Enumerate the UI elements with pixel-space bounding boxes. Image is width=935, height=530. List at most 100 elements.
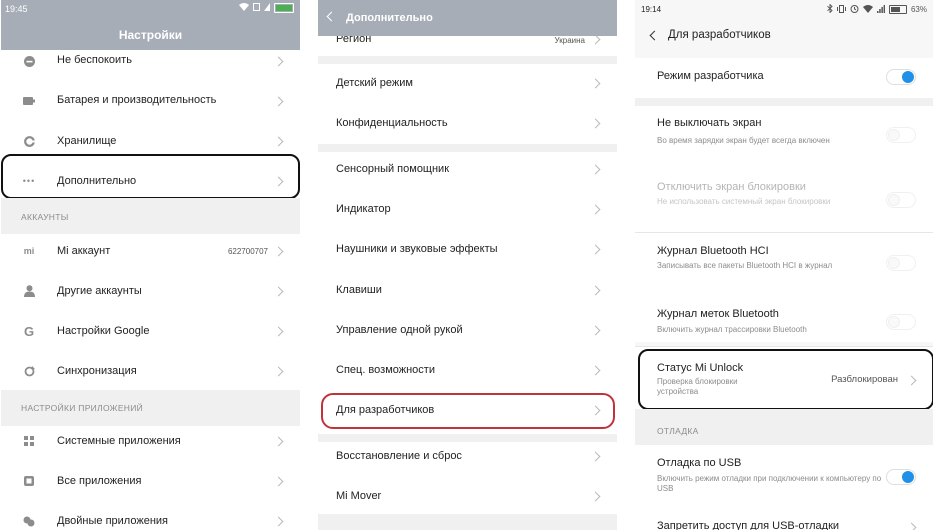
developer-mode-label: Режим разработчика (657, 70, 764, 82)
row-subtitle: Во время зарядки экран будет всегда вклю… (657, 136, 830, 145)
chevron-right-icon (273, 96, 284, 107)
settings-item-dnd[interactable]: Не беспокоить (1, 50, 300, 72)
chevron-right-icon (590, 451, 601, 462)
keep-screen-on-row[interactable]: Не выключать экран Во время зарядки экра… (635, 110, 933, 166)
settings-item-accessibility[interactable]: Спец. возможности (318, 357, 617, 383)
settings-item-battery[interactable]: Батарея и производительность (1, 88, 300, 114)
settings-item-touch-assistant[interactable]: Сенсорный помощник (318, 156, 617, 182)
settings-item-other-accounts[interactable]: Другие аккаунты (1, 278, 300, 304)
chevron-right-icon (273, 246, 284, 257)
row-subtitle: Включить журнал трассировки Bluetooth (657, 325, 807, 334)
person-icon (23, 285, 35, 297)
settings-item-label: Mi аккаунт (57, 245, 111, 257)
settings-item-google[interactable]: G Настройки Google (1, 318, 300, 344)
settings-item-kids-mode[interactable]: Детский режим (318, 70, 617, 96)
settings-item-system-apps[interactable]: Системные приложения (1, 428, 300, 454)
chevron-right-icon (590, 491, 601, 502)
chevron-right-icon (273, 516, 284, 527)
minus-circle-icon (23, 55, 35, 67)
page-title: Для разработчиков (668, 29, 771, 41)
section-header-app-settings: НАСТРОЙКИ ПРИЛОЖЕНИЙ (1, 390, 300, 426)
developer-mode-row[interactable]: Режим разработчика (635, 58, 933, 98)
battery-icon (23, 95, 35, 107)
row-title: Журнал меток Bluetooth (657, 308, 779, 320)
settings-panel: 19:45 Настройки Не беспокоить Батарея и … (1, 0, 300, 530)
chevron-right-icon (590, 285, 601, 296)
settings-item-mi-account[interactable]: mi Mi аккаунт 622700707 (1, 238, 300, 264)
settings-item-label: Спец. возможности (336, 364, 435, 376)
row-title: Запретить доступ для USB-отладки (657, 520, 840, 530)
wifi-icon (239, 3, 249, 13)
settings-item-sync[interactable]: Синхронизация (1, 358, 300, 384)
chevron-right-icon (590, 164, 601, 175)
section-header-accounts: АККАУНТЫ (1, 198, 300, 234)
highlight-frame-red (321, 393, 615, 429)
disable-lock-screen-toggle[interactable] (886, 192, 916, 208)
usb-debugging-row[interactable]: Отладка по USB Включить режим отладки пр… (635, 450, 933, 500)
settings-item-mi-mover[interactable]: Mi Mover (318, 483, 617, 509)
apps-icon (23, 475, 35, 487)
disable-lock-screen-row[interactable]: Отключить экран блокировки Не использова… (635, 174, 933, 228)
settings-item-all-apps[interactable]: Все приложения (1, 468, 300, 494)
back-arrow-icon[interactable] (326, 11, 337, 22)
settings-item-label: Управление одной рукой (336, 324, 463, 336)
settings-item-label: Mi Mover (336, 490, 382, 502)
section-header-debug: ОТЛАДКА (635, 409, 933, 445)
chevron-right-icon (590, 365, 601, 376)
section-title: НАСТРОЙКИ ПРИЛОЖЕНИЙ (21, 403, 144, 413)
settings-item-privacy[interactable]: Конфиденциальность (318, 110, 617, 136)
additional-header: Дополнительно (318, 0, 617, 36)
vibrate-icon (836, 4, 846, 15)
settings-item-label: Батарея и производительность (57, 94, 217, 106)
chevron-right-icon (273, 326, 284, 337)
settings-item-label: Клавиши (336, 284, 382, 296)
chevron-right-icon (273, 56, 284, 67)
settings-item-storage[interactable]: Хранилище (1, 128, 300, 154)
highlight-frame (1, 154, 300, 199)
page-title: Настройки (118, 28, 183, 42)
back-arrow-icon[interactable] (649, 30, 660, 41)
settings-item-indicator[interactable]: Индикатор (318, 196, 617, 222)
developer-panel: 19:14 63% Для разработчиков Режим разраб… (635, 0, 933, 530)
settings-item-headphones[interactable]: Наушники и звуковые эффекты (318, 236, 617, 262)
divider (635, 232, 933, 233)
usb-debugging-toggle[interactable] (886, 469, 916, 485)
developer-mode-toggle[interactable] (886, 69, 916, 85)
row-subtitle: Не использовать системный экран блокиров… (657, 197, 831, 206)
row-title: Журнал Bluetooth HCI (657, 245, 769, 257)
chevron-right-icon (590, 244, 601, 255)
settings-header: 19:45 Настройки (1, 0, 300, 50)
bluetooth-hci-toggle[interactable] (886, 255, 916, 271)
group-gap (318, 434, 617, 442)
settings-item-buttons[interactable]: Клавиши (318, 277, 617, 303)
keep-screen-on-toggle[interactable] (886, 127, 916, 143)
group-gap (635, 98, 933, 106)
chevron-right-icon (273, 476, 284, 487)
wifi-icon (862, 4, 873, 15)
sync-icon (23, 365, 35, 377)
bluetooth-icon (827, 3, 833, 15)
settings-item-label: Восстановление и сброс (336, 450, 462, 462)
chevron-right-icon (590, 204, 601, 215)
settings-item-backup-reset[interactable]: Восстановление и сброс (318, 443, 617, 469)
battery-icon (888, 5, 907, 14)
settings-item-label: Сенсорный помощник (336, 163, 450, 175)
usb-revoke-row[interactable]: Запретить доступ для USB-отладки (635, 518, 933, 530)
settings-item-label: Настройки Google (57, 325, 150, 337)
settings-item-label: Конфиденциальность (336, 117, 448, 129)
chevron-right-icon (273, 136, 284, 147)
settings-item-label: Не беспокоить (57, 54, 132, 66)
alarm-icon (850, 4, 859, 15)
signal-icon (264, 3, 270, 13)
chevron-right-icon (273, 286, 284, 297)
chevron-right-icon (273, 436, 284, 447)
settings-item-dual-apps[interactable]: Двойные приложения (1, 508, 300, 530)
status-time: 19:14 (641, 5, 662, 14)
chevron-right-icon (590, 118, 601, 129)
bluetooth-tags-toggle[interactable] (886, 314, 916, 330)
group-gap (318, 56, 617, 64)
bluetooth-tags-log-row[interactable]: Журнал меток Bluetooth Включить журнал т… (635, 302, 933, 342)
settings-item-one-handed[interactable]: Управление одной рукой (318, 317, 617, 343)
bluetooth-hci-log-row[interactable]: Журнал Bluetooth HCI Записывать все паке… (635, 238, 933, 286)
chevron-right-icon (590, 34, 601, 45)
